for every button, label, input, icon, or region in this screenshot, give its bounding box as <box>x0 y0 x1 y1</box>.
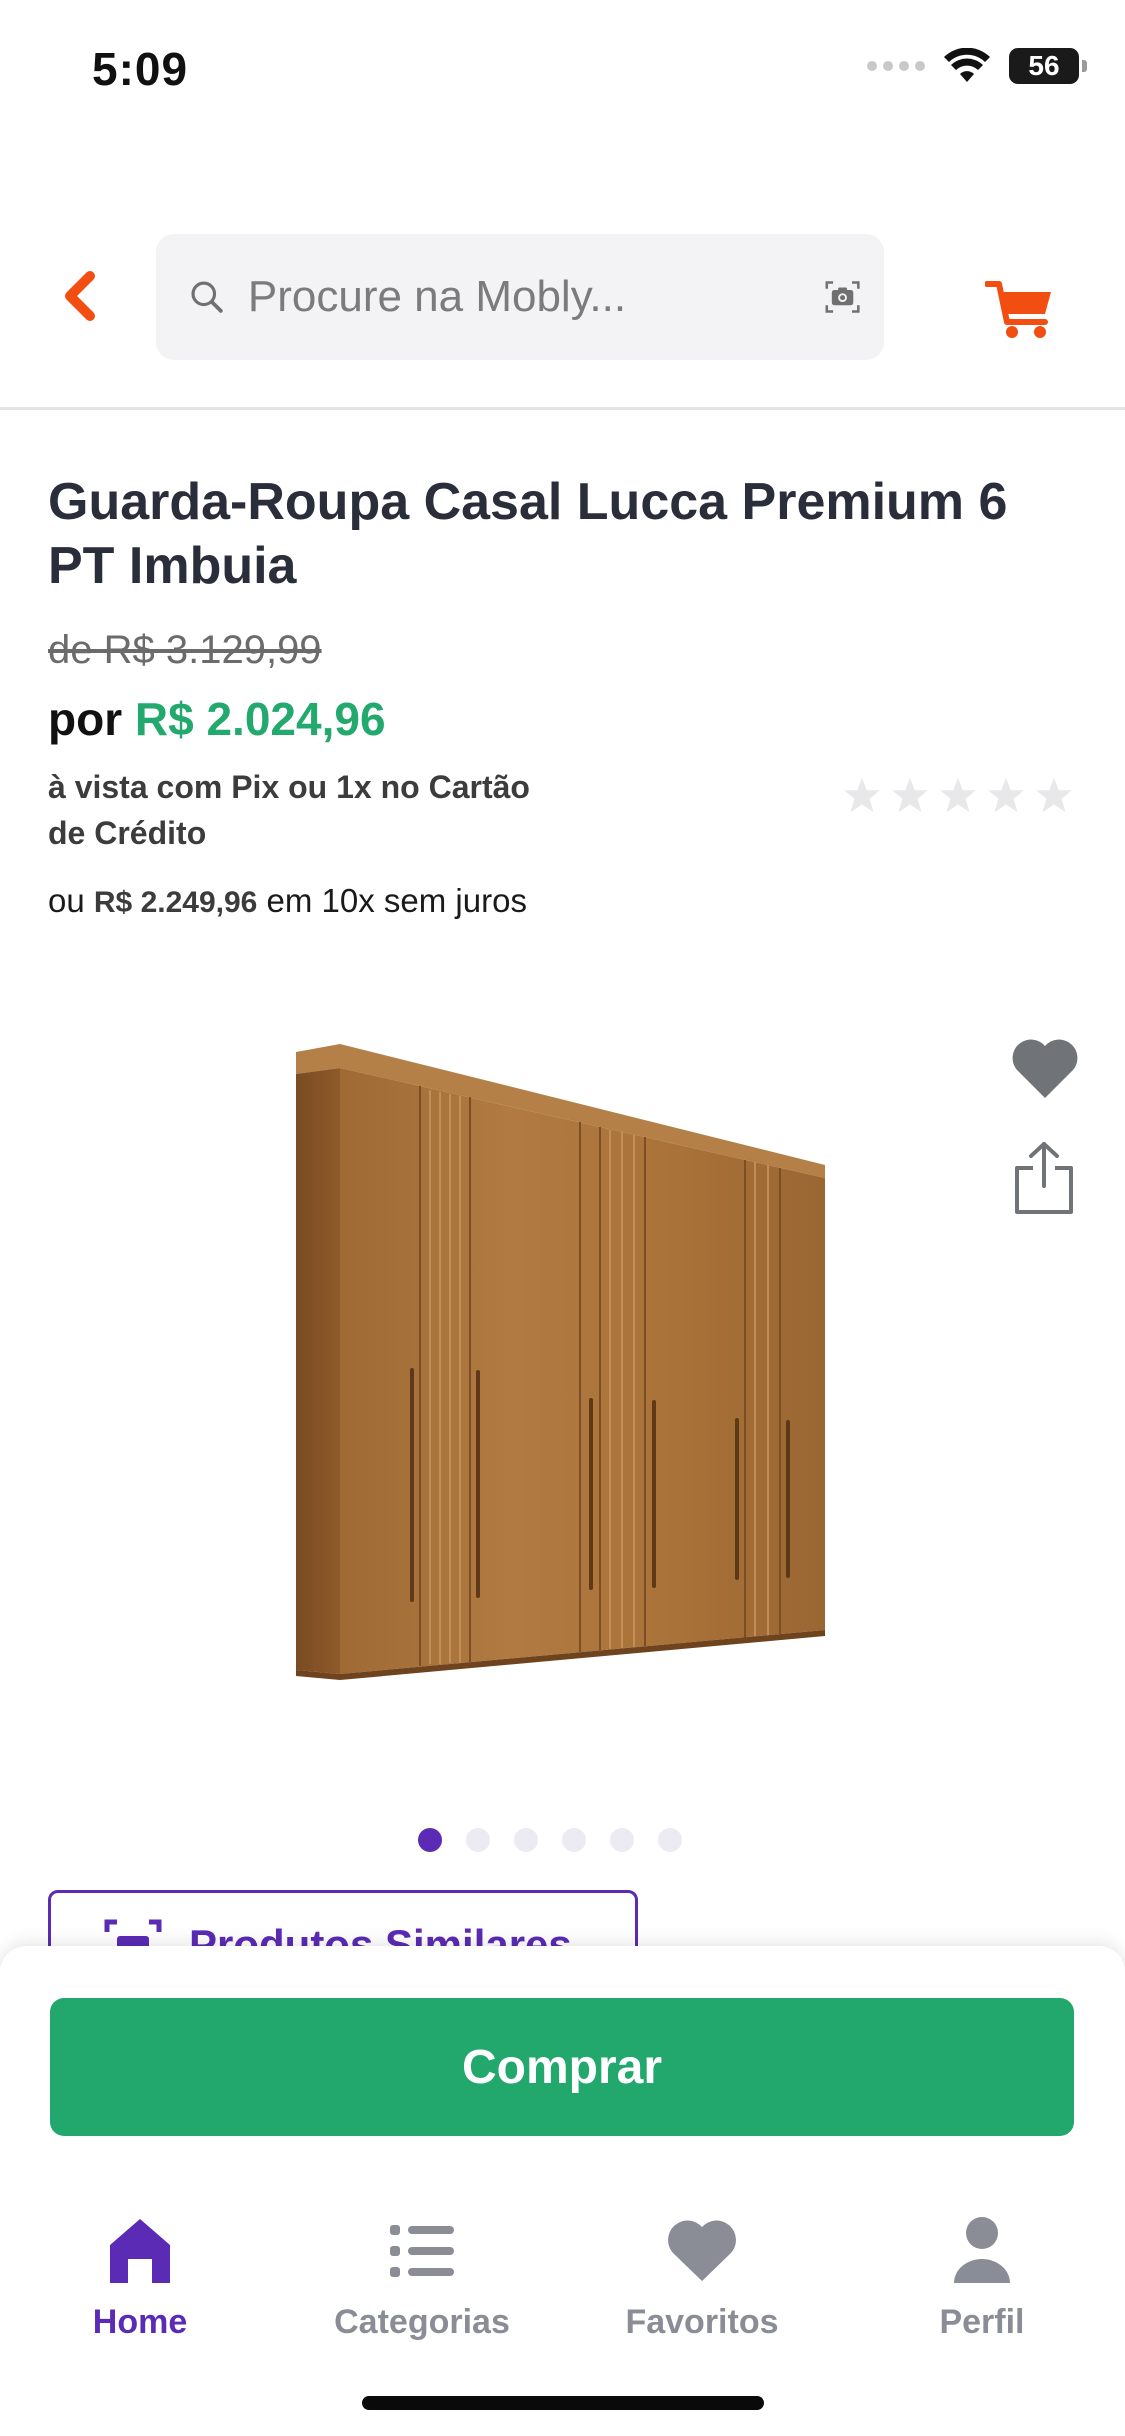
cart-icon <box>984 281 1051 338</box>
pagination-dot[interactable] <box>513 1828 538 1852</box>
favorite-button[interactable] <box>1009 1034 1081 1104</box>
home-indicator <box>362 2396 764 2410</box>
image-pagination <box>0 1828 1112 1852</box>
share-button[interactable] <box>1009 1140 1079 1216</box>
old-price: de R$ 3.129,99 <box>48 628 322 672</box>
pagination-dot-active[interactable] <box>417 1828 442 1852</box>
rating-stars[interactable] <box>843 776 1073 814</box>
search-input[interactable] <box>247 272 823 322</box>
pagination-dot[interactable] <box>609 1828 634 1852</box>
heart-icon <box>668 2220 736 2281</box>
tab-label: Perfil <box>939 2303 1025 2341</box>
tab-home[interactable]: Home <box>0 2199 280 2369</box>
buy-panel: Comprar <box>0 1946 1125 2191</box>
header-divider <box>0 407 1125 410</box>
installments-price: R$ 2.249,96 <box>93 886 258 919</box>
tab-favoritos[interactable]: Favoritos <box>562 2199 842 2369</box>
star-icon <box>987 777 1025 813</box>
share-icon <box>1015 1142 1073 1214</box>
search-icon <box>191 281 223 313</box>
installments-prefix: ou <box>48 882 85 919</box>
current-price: R$ 2.024,96 <box>134 693 386 745</box>
home-icon <box>110 2219 170 2283</box>
heart-icon <box>1012 1039 1078 1098</box>
tab-label: Home <box>92 2303 188 2341</box>
tab-label: Favoritos <box>625 2303 779 2341</box>
status-indicators: 56 <box>867 48 1087 84</box>
current-price-row: por R$ 2.024,96 <box>48 692 386 746</box>
product-image[interactable] <box>280 1040 840 1680</box>
buy-button[interactable]: Comprar <box>50 1998 1074 2136</box>
user-icon <box>954 2217 1010 2283</box>
search-bar[interactable] <box>156 234 884 360</box>
tab-perfil[interactable]: Perfil <box>842 2199 1122 2369</box>
back-arrow-icon <box>65 271 95 321</box>
tab-categorias[interactable]: Categorias <box>282 2199 562 2369</box>
cart-button[interactable] <box>984 274 1055 344</box>
product-title: Guarda-Roupa Casal Lucca Premium 6 PT Im… <box>48 473 1008 595</box>
status-bar: 5:09 56 <box>0 0 1125 140</box>
star-icon <box>939 777 977 813</box>
installments-suffix: em 10x sem juros <box>266 882 527 919</box>
list-icon <box>390 2225 454 2277</box>
star-icon <box>843 777 881 813</box>
tab-label: Categorias <box>334 2303 510 2341</box>
wifi-icon <box>944 48 990 82</box>
star-icon <box>1035 777 1073 813</box>
camera-icon[interactable] <box>823 266 862 328</box>
pagination-dot[interactable] <box>657 1828 682 1852</box>
pagination-dot[interactable] <box>465 1828 490 1852</box>
status-time: 5:09 <box>92 43 189 95</box>
star-icon <box>891 777 929 813</box>
battery-icon: 56 <box>1009 48 1087 84</box>
top-header <box>0 230 1125 360</box>
installments-info: ou R$ 2.249,96 em 10x sem juros <box>48 878 568 926</box>
back-button[interactable] <box>52 268 108 324</box>
pagination-dot[interactable] <box>561 1828 586 1852</box>
price-prefix: por <box>48 693 123 745</box>
payment-note: à vista com Pix ou 1x no Cartão de Crédi… <box>48 769 530 851</box>
cellular-signal-icon <box>867 61 925 71</box>
